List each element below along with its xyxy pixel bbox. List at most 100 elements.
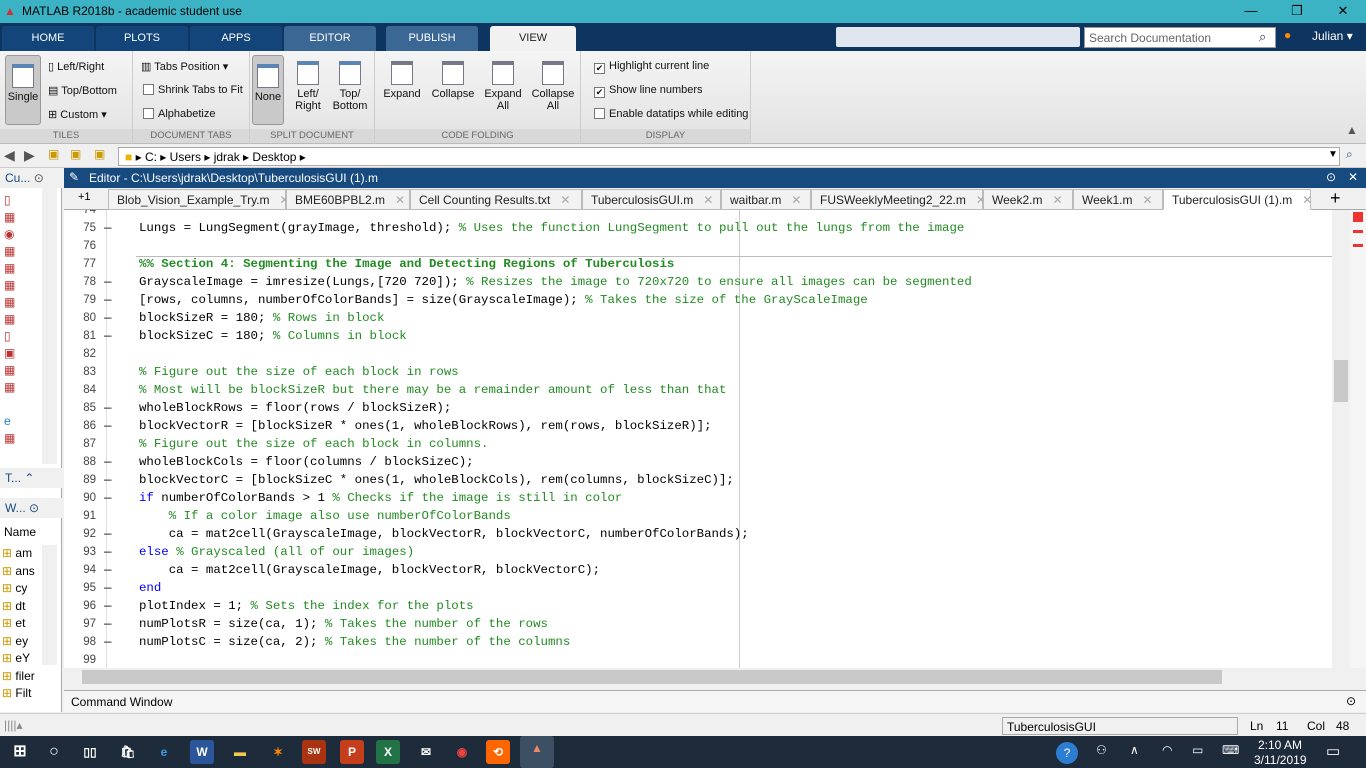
- workspace-variable[interactable]: ⊞ dt: [2, 598, 42, 616]
- breakpoint-marker[interactable]: —: [104, 617, 111, 631]
- expand-all-button[interactable]: Expand All: [481, 61, 525, 112]
- tab-editor[interactable]: EDITOR: [284, 26, 376, 51]
- line-number[interactable]: 95: [64, 582, 96, 594]
- action-center-icon[interactable]: ▭: [1326, 742, 1340, 760]
- command-window-header[interactable]: Command Window ⊙: [64, 690, 1366, 712]
- breakpoint-marker[interactable]: —: [104, 455, 111, 469]
- battery-icon[interactable]: ▭: [1192, 743, 1203, 757]
- line-number[interactable]: 90: [64, 492, 96, 504]
- code-line[interactable]: wholeBlockRows = floor(rows / blockSizeR…: [139, 401, 451, 415]
- close-tab-icon[interactable]: ✕: [1302, 193, 1312, 207]
- workspace-scrollbar[interactable]: [42, 545, 57, 665]
- document-tab[interactable]: Blob_Vision_Example_Try.m ✕: [108, 189, 290, 210]
- people-icon[interactable]: ⚇: [1096, 743, 1107, 757]
- tab-view[interactable]: VIEW: [490, 26, 576, 51]
- line-number[interactable]: 76: [64, 240, 96, 252]
- split-left-right-button[interactable]: Left/ Right: [290, 61, 326, 112]
- workspace-name-header[interactable]: Name: [4, 525, 36, 539]
- breakpoint-marker[interactable]: —: [104, 545, 111, 559]
- maximize-button[interactable]: ❐: [1274, 0, 1320, 23]
- code-analyzer-bar[interactable]: [1350, 210, 1366, 668]
- code-line[interactable]: else % Grayscaled (all of our images): [139, 545, 414, 559]
- task-view-icon[interactable]: ▯▯: [78, 740, 102, 764]
- tab-list-dropdown[interactable]: +1: [78, 191, 91, 203]
- current-folder-panel-header[interactable]: Cu... ⊙: [0, 168, 62, 188]
- workspace-variable[interactable]: ⊞ ans: [2, 563, 42, 581]
- editor-close-icon[interactable]: ✕: [1348, 170, 1358, 184]
- workspace-variable[interactable]: ⊞ ey: [2, 633, 42, 651]
- line-number[interactable]: 97: [64, 618, 96, 630]
- code-line[interactable]: blockSizeC = 180; % Columns in block: [139, 329, 407, 343]
- windows-start-icon[interactable]: ⊞: [8, 740, 32, 764]
- line-number[interactable]: 83: [64, 366, 96, 378]
- document-tab[interactable]: TuberculosisGUI (1).m ✕: [1163, 189, 1312, 210]
- editor-vertical-scrollbar[interactable]: [1332, 210, 1350, 668]
- breakpoint-marker[interactable]: —: [104, 527, 111, 541]
- breakpoint-marker[interactable]: —: [104, 275, 111, 289]
- close-tab-icon[interactable]: ✕: [1052, 193, 1062, 207]
- excel-icon[interactable]: X: [376, 740, 400, 764]
- line-number[interactable]: 74: [64, 210, 96, 216]
- code-line[interactable]: if numberOfColorBands > 1 % Checks if th…: [139, 491, 622, 505]
- line-number[interactable]: 96: [64, 600, 96, 612]
- code-line[interactable]: % If a color image also use numberOfColo…: [139, 509, 511, 523]
- document-tab[interactable]: BME60BPBL2.m ✕: [286, 189, 410, 210]
- custom-button[interactable]: ⊞ Custom ▾: [48, 108, 107, 121]
- document-tab[interactable]: Week2.m ✕: [983, 189, 1073, 210]
- user-menu[interactable]: Julian ▾: [1312, 29, 1353, 43]
- breakpoint-marker[interactable]: —: [104, 563, 111, 577]
- code-line[interactable]: numPlotsR = size(ca, 1); % Takes the num…: [139, 617, 548, 631]
- tab-plots[interactable]: PLOTS: [96, 26, 188, 51]
- breakpoint-marker[interactable]: —: [104, 473, 111, 487]
- tabs-position-button[interactable]: ▥ Tabs Position ▾: [141, 60, 228, 73]
- app-icon-2[interactable]: ⟲: [486, 740, 510, 764]
- line-number[interactable]: 88: [64, 456, 96, 468]
- code-line[interactable]: [rows, columns, numberOfColorBands] = si…: [139, 293, 868, 307]
- store-icon[interactable]: 🛍: [116, 740, 140, 764]
- line-number[interactable]: 78: [64, 276, 96, 288]
- line-number[interactable]: 85: [64, 402, 96, 414]
- document-tab[interactable]: Cell Counting Results.txt ✕: [410, 189, 582, 210]
- file-list[interactable]: ▯ ▦ ◉ ▦ ▦ ▦ ▦ ▦ ▯ ▣ ▦ ▦ e ▦: [4, 192, 40, 462]
- chrome-icon[interactable]: ◉: [450, 740, 474, 764]
- editor-horizontal-scrollbar[interactable]: [64, 668, 1332, 686]
- solidworks-icon[interactable]: SW: [302, 740, 326, 764]
- code-line[interactable]: % Figure out the size of each block in c…: [139, 437, 488, 451]
- enable-datatips-checkbox[interactable]: Enable datatips while editing: [594, 108, 748, 120]
- line-number[interactable]: 86: [64, 420, 96, 432]
- shrink-tabs-checkbox[interactable]: Shrink Tabs to Fit: [143, 84, 243, 96]
- breakpoint-marker[interactable]: —: [104, 491, 111, 505]
- alphabetize-checkbox[interactable]: Alphabetize: [143, 108, 216, 120]
- layout-icon[interactable]: ||||▴: [4, 718, 23, 732]
- document-tab[interactable]: FUSWeeklyMeeting2_22.m ✕: [811, 189, 986, 210]
- workspace-variable[interactable]: ⊞ et: [2, 615, 42, 633]
- file-list-scrollbar[interactable]: [42, 188, 57, 464]
- breakpoint-marker[interactable]: —: [104, 419, 111, 433]
- line-number[interactable]: 79: [64, 294, 96, 306]
- line-number[interactable]: 82: [64, 348, 96, 360]
- forward-icon[interactable]: ▶: [24, 147, 35, 164]
- split-none-button[interactable]: None: [252, 55, 284, 125]
- tab-apps[interactable]: APPS: [190, 26, 282, 51]
- quick-access-toolbar[interactable]: [836, 27, 1080, 47]
- t-panel-header[interactable]: T... ⌃: [0, 468, 62, 488]
- path-segment[interactable]: C:: [145, 150, 157, 164]
- document-tab[interactable]: Week1.m ✕: [1073, 189, 1163, 210]
- breakpoint-marker[interactable]: —: [104, 599, 111, 613]
- notification-bell-icon[interactable]: ●: [1284, 28, 1291, 42]
- split-top-bottom-button[interactable]: Top/ Bottom: [330, 61, 370, 112]
- code-line[interactable]: %% Section 4: Segmenting the Image and D…: [139, 257, 674, 271]
- matlab-taskbar-icon[interactable]: ▲: [520, 736, 554, 768]
- line-number[interactable]: 87: [64, 438, 96, 450]
- close-button[interactable]: ✕: [1320, 0, 1366, 23]
- code-line[interactable]: wholeBlockCols = floor(columns / blockSi…: [139, 455, 474, 469]
- line-number[interactable]: 77: [64, 258, 96, 270]
- line-number[interactable]: 80: [64, 312, 96, 324]
- search-folder-icon[interactable]: ⌕: [1346, 147, 1353, 162]
- code-line[interactable]: Lungs = LungSegment(grayImage, threshold…: [139, 221, 964, 235]
- collapse-all-button[interactable]: Collapse All: [529, 61, 577, 112]
- line-number[interactable]: 75: [64, 222, 96, 234]
- collapse-toolstrip-icon[interactable]: ▲: [1346, 123, 1358, 137]
- editor-options-icon[interactable]: ⊙: [1326, 170, 1336, 184]
- show-line-numbers-checkbox[interactable]: ✔ Show line numbers: [594, 84, 703, 98]
